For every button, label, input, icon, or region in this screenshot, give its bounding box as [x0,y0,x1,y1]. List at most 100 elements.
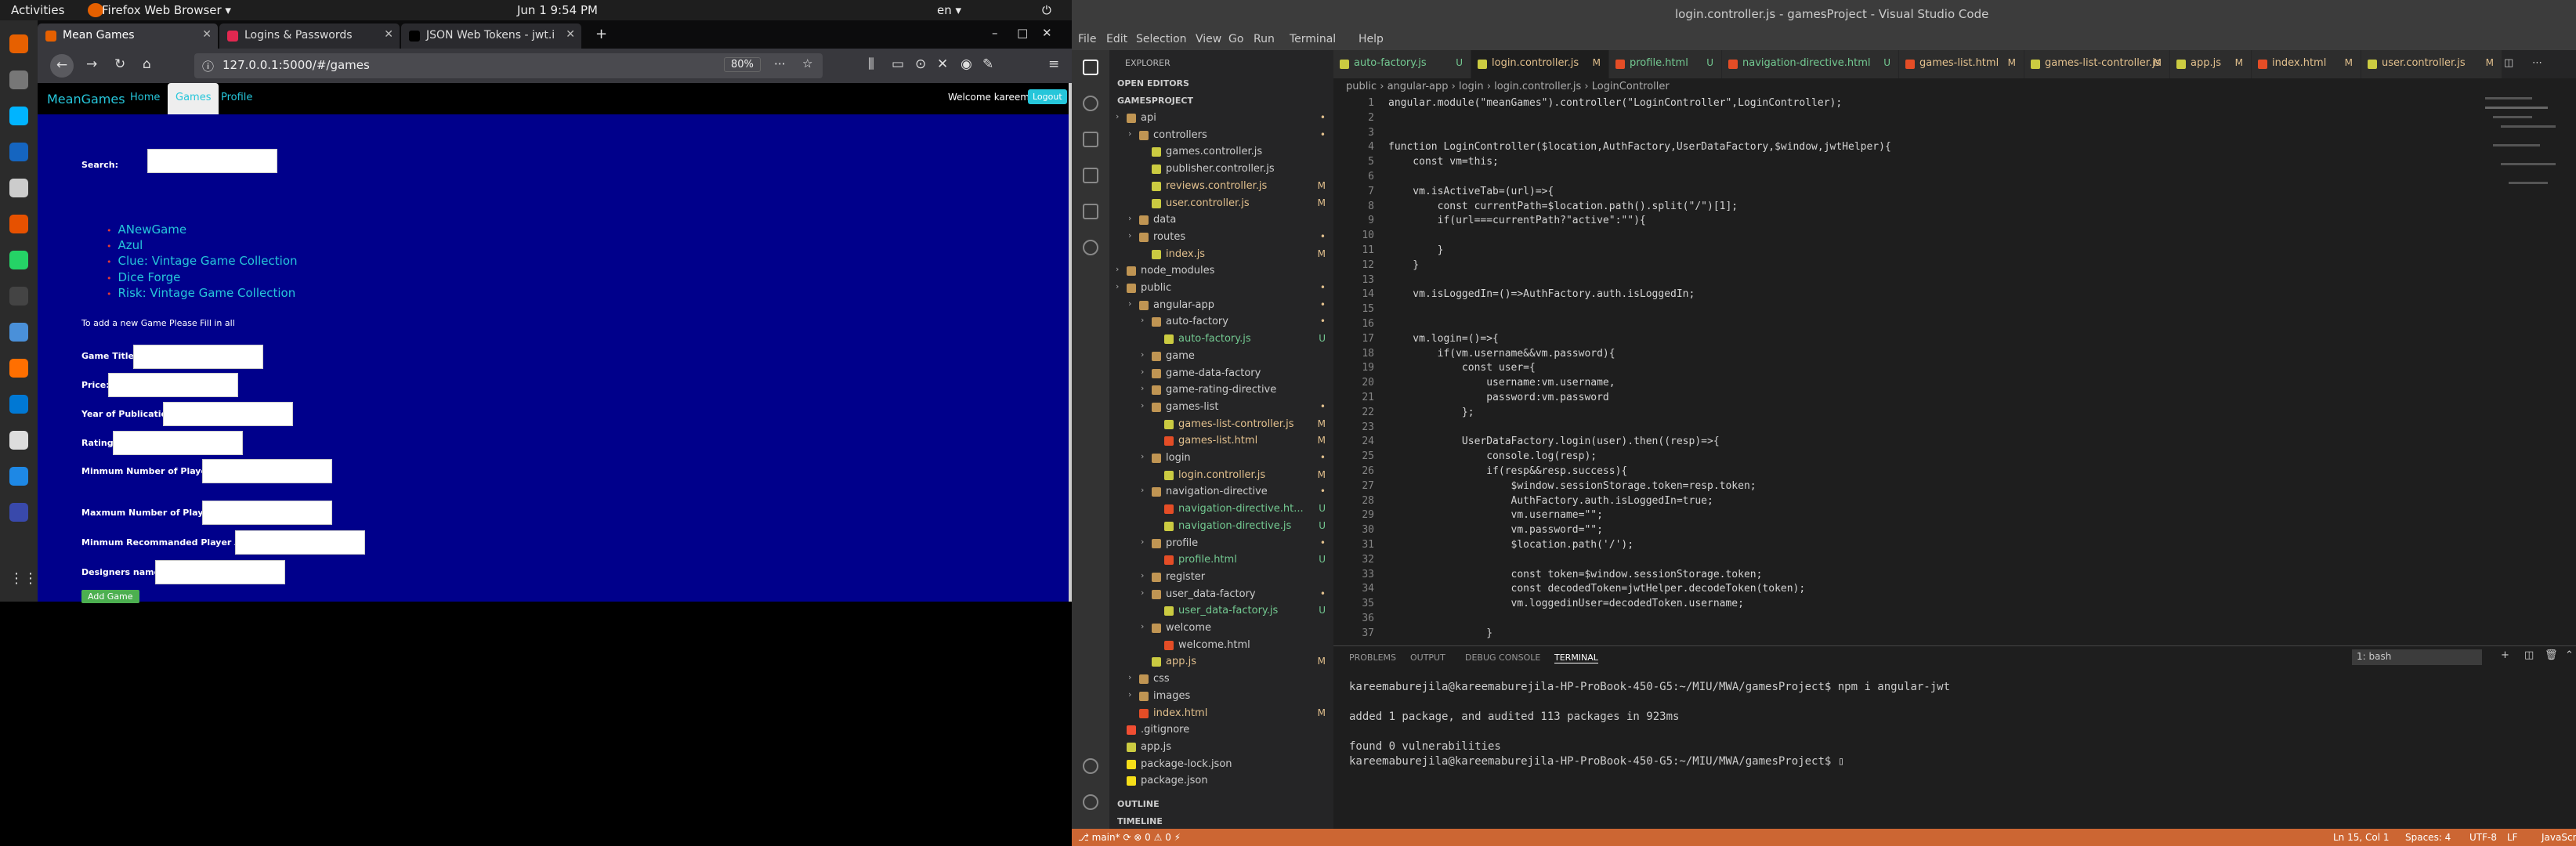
dock-app-icon[interactable] [9,359,28,378]
dock-app-icon[interactable] [9,143,28,161]
tree-item[interactable]: › navigation-directive • [1109,483,1333,501]
tree-item[interactable]: welcome.html [1109,637,1333,654]
tree-item[interactable]: games-list-controller.js M [1109,416,1333,433]
dock-app-icon[interactable] [9,251,28,269]
code-editor[interactable]: 1 angular.module("meanGames").controller(… [1333,96,2430,645]
tab-terminal[interactable]: TERMINAL [1554,653,1598,663]
game-link[interactable]: Dice Forge [107,270,181,284]
hamburger-menu-icon[interactable]: ≡ [1048,56,1059,72]
show-apps-icon[interactable]: ⋮⋮ [9,570,38,589]
bookmark-star-icon[interactable]: ☆ [802,56,812,70]
extension-icon[interactable]: ✎ [982,56,993,72]
tab-debug-console[interactable]: DEBUG CONSOLE [1465,653,1540,663]
git-branch[interactable]: ⎇ main* ⟳ ⊗ 0 ⚠ 0 ⚡ [1078,832,1181,843]
tree-item[interactable]: index.html M [1109,705,1333,722]
tree-item[interactable]: › auto-factory • [1109,313,1333,331]
close-tab-icon[interactable]: ✕ [566,28,575,41]
dock-app-icon[interactable] [9,323,28,342]
menu-terminal[interactable]: Terminal [1290,33,1336,45]
extension-icon[interactable]: ⊙ [915,56,926,72]
language-indicator[interactable]: en ▾ [937,3,961,17]
tree-item[interactable]: package-lock.json [1109,756,1333,773]
activities-button[interactable]: Activities [11,3,64,17]
nav-profile[interactable]: Profile [221,92,252,103]
status-item[interactable]: JavaScript [2542,832,2576,843]
editor-tab[interactable]: navigation-directive.html U [1722,50,1899,78]
more-actions-icon[interactable]: ⋯ [2532,57,2542,69]
tree-item[interactable]: › css [1109,671,1333,688]
add-game-button[interactable]: Add Game [81,590,139,603]
open-editors-section[interactable]: OPEN EDITORS [1117,78,1189,89]
menu-go[interactable]: Go [1228,33,1243,45]
designers-input[interactable] [155,560,285,584]
tree-item[interactable]: app.js M [1109,653,1333,671]
clock[interactable]: Jun 1 9:54 PM [517,3,598,17]
dock-app-icon[interactable] [9,215,28,233]
terminal-select[interactable]: 1: bash [2352,649,2482,665]
trash-icon[interactable]: 🗑 [2545,649,2558,661]
forward-button[interactable]: → [86,56,97,72]
reload-button[interactable]: ↻ [114,56,125,72]
new-terminal-icon[interactable]: + [2501,649,2509,661]
menu-view[interactable]: View [1196,33,1221,45]
tab-output[interactable]: OUTPUT [1410,653,1445,663]
back-button[interactable]: ← [50,54,74,78]
tree-item[interactable]: › node_modules [1109,262,1333,280]
dock-app-icon[interactable] [9,431,28,450]
tree-item[interactable]: › game [1109,348,1333,365]
game-link[interactable]: Clue: Vintage Game Collection [107,254,298,268]
url-bar[interactable]: ⓘ 127.0.0.1:5000/#/games 80% ⋯ ☆ [194,53,823,78]
extensions-icon[interactable] [1083,204,1098,219]
github-icon[interactable] [1083,240,1098,255]
tree-item[interactable]: package.json [1109,772,1333,790]
editor-tab[interactable]: games-list-controller.js M [2024,50,2170,78]
tree-item[interactable]: › controllers • [1109,127,1333,144]
tree-item[interactable]: games.controller.js [1109,143,1333,161]
brand[interactable]: MeanGames [47,92,125,107]
close-tab-icon[interactable]: ✕ [202,28,212,41]
tree-item[interactable]: user_data-factory.js U [1109,602,1333,620]
search-icon[interactable] [1083,96,1098,111]
game-title-input[interactable] [133,345,263,369]
tree-item[interactable]: profile.html U [1109,551,1333,569]
tree-item[interactable]: user.controller.js M [1109,195,1333,212]
max-players-input[interactable] [202,501,332,525]
power-icon[interactable]: ⏻ [1042,3,1051,17]
tree-item[interactable]: › welcome [1109,620,1333,637]
tree-item[interactable]: › game-rating-directive [1109,381,1333,399]
maximize-panel-icon[interactable]: ⌃ [2565,649,2574,661]
tab-problems[interactable]: PROBLEMS [1349,653,1396,663]
min-age-input[interactable] [235,530,365,555]
home-icon[interactable]: ⌂ [143,56,151,72]
dock-app-icon[interactable] [9,395,28,414]
editor-tab[interactable]: profile.html U [1609,50,1722,78]
dock-app-icon[interactable] [9,467,28,486]
new-tab-button[interactable]: + [595,26,607,42]
dock-app-icon[interactable] [9,34,28,53]
project-root[interactable]: GAMESPROJECT [1117,96,1193,106]
dock-app-icon[interactable] [9,503,28,522]
menu-file[interactable]: File [1078,33,1096,45]
tree-item[interactable]: › api • [1109,110,1333,127]
editor-tab[interactable]: user.controller.js M [2361,50,2502,78]
status-item[interactable]: Spaces: 4 [2405,832,2451,843]
editor-tab[interactable]: index.html M [2252,50,2361,78]
extension-icon[interactable]: ◉ [961,56,972,72]
close-window-button[interactable]: ✕ [1042,26,1052,40]
editor-tab[interactable]: app.js M [2170,50,2252,78]
zoom-indicator[interactable]: 80% [724,57,761,72]
minimap[interactable] [2485,97,2563,222]
dock-app-icon[interactable] [9,179,28,197]
tree-item[interactable]: navigation-directive.ht... U [1109,501,1333,518]
tree-item[interactable]: › images [1109,688,1333,705]
editor-tab[interactable]: games-list.html M [1899,50,2024,78]
tree-item[interactable]: › games-list • [1109,399,1333,416]
min-players-input[interactable] [202,459,332,483]
tree-item[interactable]: navigation-directive.js U [1109,518,1333,535]
game-link[interactable]: Risk: Vintage Game Collection [107,286,296,300]
status-item[interactable]: UTF-8 [2469,832,2497,843]
info-icon[interactable]: ⓘ [202,58,214,74]
tree-item[interactable]: index.js M [1109,246,1333,263]
status-item[interactable]: LF [2507,832,2518,843]
tree-item[interactable]: login.controller.js M [1109,467,1333,484]
